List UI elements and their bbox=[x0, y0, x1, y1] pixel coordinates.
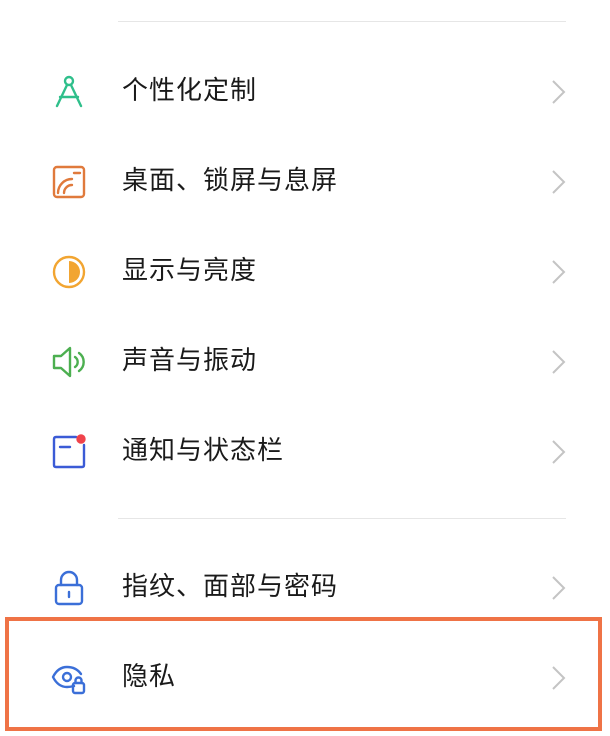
settings-item-label: 桌面、锁屏与息屏 bbox=[122, 166, 339, 196]
settings-item-sound-vibration[interactable]: 声音与振动 bbox=[0, 316, 610, 406]
chevron-right-icon bbox=[548, 79, 568, 105]
settings-item-notifications-status-bar[interactable]: 通知与状态栏 bbox=[0, 406, 610, 496]
settings-item-label: 通知与状态栏 bbox=[122, 436, 285, 466]
section-divider-middle bbox=[118, 518, 566, 519]
settings-item-label: 显示与亮度 bbox=[122, 256, 258, 286]
settings-item-label: 隐私 bbox=[122, 662, 177, 692]
notification-icon bbox=[50, 433, 88, 471]
chevron-right-icon bbox=[548, 439, 568, 465]
chevron-right-icon bbox=[548, 349, 568, 375]
lock-icon bbox=[50, 569, 88, 607]
brightness-icon bbox=[50, 253, 88, 291]
chevron-right-icon bbox=[548, 169, 568, 195]
settings-item-label: 个性化定制 bbox=[122, 76, 258, 106]
settings-item-label: 声音与振动 bbox=[122, 346, 258, 376]
settings-item-personalization[interactable]: 个性化定制 bbox=[0, 46, 610, 136]
speaker-icon bbox=[50, 343, 88, 381]
chevron-right-icon bbox=[548, 259, 568, 285]
settings-item-home-lock-screen[interactable]: 桌面、锁屏与息屏 bbox=[0, 136, 610, 226]
privacy-eye-icon bbox=[50, 659, 88, 697]
wallpaper-icon bbox=[50, 163, 88, 201]
chevron-right-icon bbox=[548, 575, 568, 601]
chevron-right-icon bbox=[548, 665, 568, 691]
settings-item-privacy[interactable]: 隐私 bbox=[0, 632, 610, 722]
settings-item-display-brightness[interactable]: 显示与亮度 bbox=[0, 226, 610, 316]
settings-item-label: 指纹、面部与密码 bbox=[122, 572, 339, 602]
settings-item-fingerprint-face-password[interactable]: 指纹、面部与密码 bbox=[0, 542, 610, 632]
section-divider-top bbox=[118, 21, 566, 22]
personalization-compass-icon bbox=[50, 73, 88, 111]
